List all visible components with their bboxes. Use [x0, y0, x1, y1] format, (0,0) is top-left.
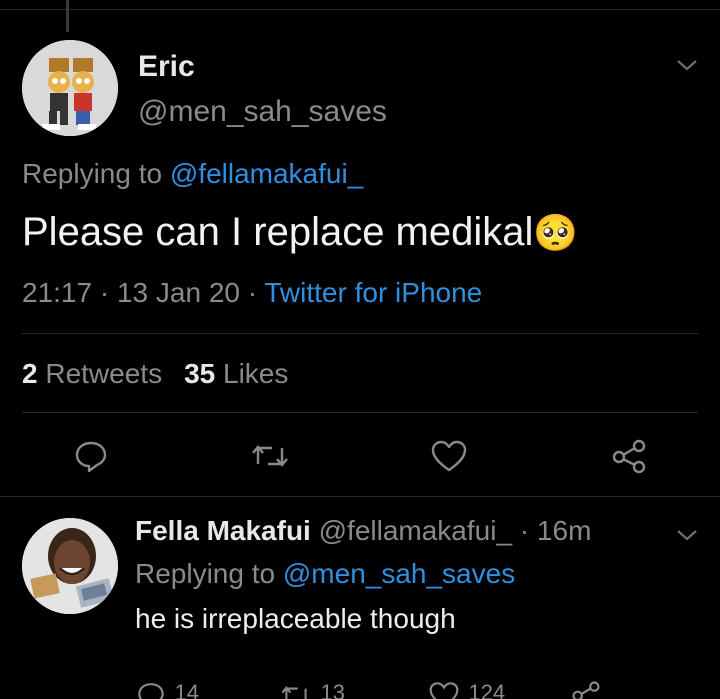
reply-count: 14 [174, 680, 199, 699]
chevron-down-icon[interactable] [676, 58, 698, 72]
replying-to-label: Replying to [22, 158, 170, 189]
divider [0, 496, 720, 497]
tweet-text: Please can I replace medikal🥺 [22, 210, 578, 255]
top-divider [0, 9, 720, 10]
tweet-time: 21:17 [22, 277, 93, 308]
reply-retweet-button[interactable]: 13 [280, 680, 370, 699]
tweet-date: 13 Jan 20 [116, 277, 240, 308]
share-button[interactable] [610, 438, 648, 474]
reply-avatar-image [22, 518, 118, 614]
like-button[interactable] [430, 438, 468, 474]
reply-tweet-text: he is irreplaceable though [135, 603, 456, 634]
reply-avatar[interactable] [22, 518, 118, 614]
reply-replying-to-handle-link[interactable]: @men_sah_saves [283, 558, 515, 589]
divider [22, 412, 698, 413]
reply-chevron-down-icon[interactable] [676, 528, 698, 542]
like-icon [431, 440, 467, 472]
reply-replying-to: Replying to @men_sah_saves [135, 558, 515, 590]
reply-reply-button[interactable]: 14 [136, 680, 216, 699]
reply-author-name[interactable]: Fella Makafui [135, 515, 311, 546]
share-icon [572, 681, 600, 699]
like-count: 124 [468, 680, 506, 699]
divider [22, 333, 698, 334]
reply-time: 16m [536, 515, 592, 546]
retweet-icon [281, 686, 307, 699]
author-handle[interactable]: @men_sah_saves [138, 95, 387, 129]
author-name[interactable]: Eric [138, 50, 195, 84]
tweet-text-body: Please can I replace medikal [22, 210, 534, 254]
retweet-icon [252, 445, 288, 467]
replying-to: Replying to @fellamakafui_ [22, 158, 363, 190]
reply-author-line: Fella Makafui @fellamakafui_ · 16m [135, 515, 591, 547]
tweet-stats: 2 Retweets 35 Likes [22, 358, 288, 390]
reply-button[interactable] [73, 438, 109, 474]
share-icon [612, 439, 646, 474]
likes-count: 35 [184, 358, 216, 389]
replying-to-handle-link[interactable]: @fellamakafui_ [170, 158, 363, 189]
retweet-button[interactable] [250, 438, 290, 474]
reply-author-handle[interactable]: @fellamakafui_ [319, 515, 512, 546]
reply-replying-to-label: Replying to [135, 558, 283, 589]
avatar-image [22, 40, 118, 136]
avatar[interactable] [22, 40, 118, 136]
reply-icon [138, 683, 164, 699]
meta-separator: · [239, 277, 265, 308]
reply-share-button[interactable] [570, 680, 606, 699]
likes-stat[interactable]: 35 Likes [184, 358, 288, 389]
tweet-source-link[interactable]: Twitter for iPhone [264, 277, 482, 308]
reply-icon [75, 441, 107, 473]
reply-like-button[interactable]: 124 [428, 680, 528, 699]
like-icon [429, 682, 459, 699]
retweet-count: 13 [320, 680, 345, 699]
pleading-face-emoji-icon: 🥺 [533, 212, 579, 253]
retweets-label: Retweets [45, 358, 163, 389]
retweets-stat[interactable]: 2 Retweets [22, 358, 162, 389]
meta-separator: · [92, 277, 117, 308]
tweet-meta: 21:17 · 13 Jan 20 · Twitter for iPhone [22, 277, 482, 309]
retweets-count: 2 [22, 358, 38, 389]
reply-time-separator: · [512, 515, 537, 546]
thread-connector [66, 0, 69, 32]
likes-label: Likes [223, 358, 289, 389]
